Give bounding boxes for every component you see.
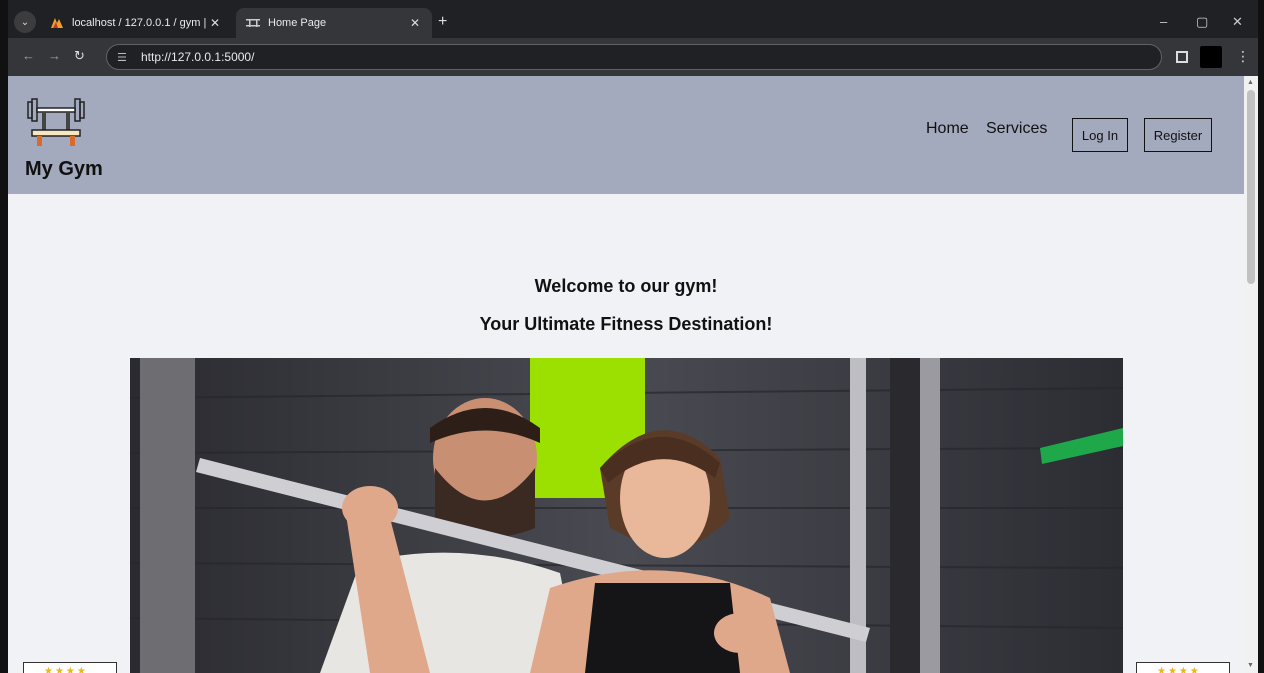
page-icon [246,16,260,30]
tab-search-icon[interactable]: ⌄ [14,11,36,33]
tab-strip: ⌄ localhost / 127.0.0.1 / gym | php ✕ Ho… [8,6,1258,38]
page-scrollbar[interactable]: ▲ ▼ [1244,76,1258,673]
review-card-left: ★★★★ [23,662,117,673]
register-button[interactable]: Register [1144,118,1212,152]
scrollbar-thumb[interactable] [1247,90,1255,284]
page-viewport: My Gym Home Services Log In Register Wel… [8,76,1244,673]
address-bar[interactable]: ☰ http://127.0.0.1:5000/ [106,44,1162,70]
site-info-icon[interactable]: ☰ [117,51,133,64]
browser-tab-phpmyadmin[interactable]: localhost / 127.0.0.1 / gym | php ✕ [40,8,232,38]
scroll-up-icon[interactable]: ▲ [1247,79,1254,86]
tagline-heading: Your Ultimate Fitness Destination! [479,314,773,334]
tab-title: localhost / 127.0.0.1 / gym | php [72,17,208,29]
side-panel-icon[interactable] [1176,51,1188,63]
nav-home-link[interactable]: Home [926,120,969,138]
restore-icon[interactable]: ▢ [1196,14,1208,30]
close-window-icon[interactable]: ✕ [1232,14,1243,30]
back-icon[interactable]: ← [22,48,35,63]
welcome-heading: Welcome to our gym! [534,276,718,296]
reload-icon[interactable]: ↻ [74,48,85,64]
star-icon: ★★★★ [44,666,88,673]
scroll-down-icon[interactable]: ▼ [1247,662,1254,669]
close-tab-icon[interactable]: ✕ [408,16,422,30]
forward-icon[interactable]: → [48,48,61,63]
login-button[interactable]: Log In [1072,118,1128,152]
url-text: http://127.0.0.1:5000/ [141,50,255,64]
review-card-right: ★★★★ [1136,662,1230,673]
barbell-bench-icon[interactable] [26,94,86,150]
minimize-icon[interactable]: – [1160,14,1167,29]
close-tab-icon[interactable]: ✕ [208,16,222,30]
new-tab-icon[interactable]: + [438,13,447,31]
browser-tab-home[interactable]: Home Page ✕ [236,8,432,38]
menu-kebab-icon[interactable]: ⋮ [1236,48,1250,65]
browser-toolbar: ← → ↻ ☰ http://127.0.0.1:5000/ ⋮ [8,38,1258,76]
site-header: My Gym Home Services Log In Register [8,76,1244,194]
browser-window: ⌄ localhost / 127.0.0.1 / gym | php ✕ Ho… [8,0,1258,673]
hero-image [130,358,1123,673]
nav-services-link[interactable]: Services [986,120,1047,138]
star-icon: ★★★★ [1157,666,1201,673]
site-brand[interactable]: My Gym [25,158,103,181]
tab-title: Home Page [268,17,327,29]
phpmyadmin-icon [50,16,64,30]
profile-avatar[interactable] [1200,46,1222,68]
